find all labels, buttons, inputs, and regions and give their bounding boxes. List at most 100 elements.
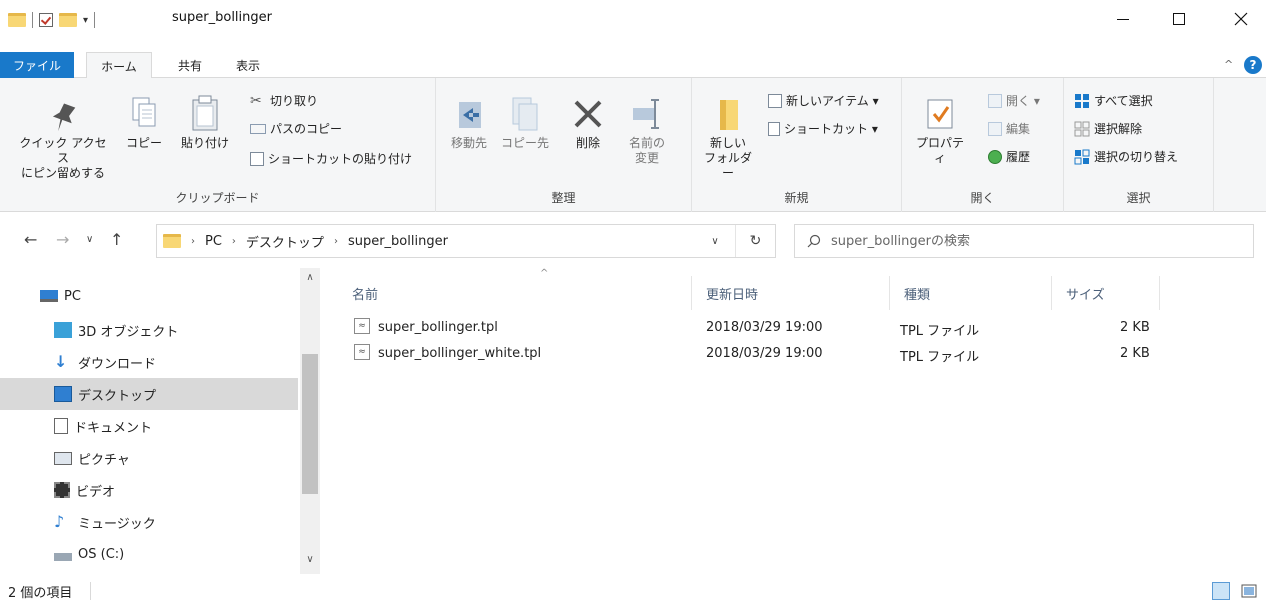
copy-button[interactable]: コピー — [122, 94, 166, 151]
edit-icon — [988, 121, 1002, 136]
invert-selection-button[interactable]: 選択の切り替え — [1074, 148, 1178, 165]
breadcrumb-folder[interactable]: super_bollinger — [348, 234, 448, 249]
file-name: super_bollinger.tpl — [378, 320, 498, 335]
copy-path-label: パスのコピー — [270, 122, 343, 136]
copy-path-button[interactable]: パスのコピー — [250, 120, 342, 137]
ribbon-collapse-icon[interactable]: ^ — [1224, 58, 1233, 71]
close-icon — [1234, 12, 1248, 26]
help-icon[interactable]: ? — [1244, 56, 1262, 74]
table-row[interactable]: ≈ super_bollinger_white.tpl 2018/03/29 1… — [340, 342, 1160, 366]
rename-icon — [633, 99, 659, 129]
address-dropdown-chevron-icon[interactable]: ∨ — [695, 236, 735, 247]
tab-file[interactable]: ファイル — [0, 52, 74, 78]
new-item-button[interactable]: 新しいアイテム ▾ — [768, 92, 879, 109]
file-type: TPL ファイル — [900, 324, 980, 339]
edit-label: 編集 — [1006, 122, 1031, 136]
chevron-right-icon[interactable]: › — [191, 236, 195, 247]
properties-check-icon[interactable] — [39, 13, 53, 27]
nav-item-label: PC — [64, 288, 81, 304]
open-button[interactable]: 開く ▾ — [988, 92, 1040, 109]
delete-label: 削除 — [575, 136, 600, 150]
new-folder-icon[interactable] — [59, 13, 77, 27]
recent-locations-chevron-icon[interactable]: ∨ — [86, 234, 93, 245]
file-modified: 2018/03/29 19:00 — [706, 320, 823, 335]
pin-quick-access-button[interactable]: クイック アクセス にピン留めする — [18, 100, 108, 181]
new-item-icon — [768, 93, 782, 108]
pin-icon — [52, 103, 76, 132]
minimize-icon — [1117, 18, 1129, 20]
file-type: TPL ファイル — [900, 350, 980, 365]
up-arrow-icon[interactable]: ↑ — [110, 230, 123, 249]
scroll-down-icon[interactable]: ∨ — [300, 554, 320, 572]
nav-item-pictures[interactable]: ピクチャ — [0, 442, 298, 474]
nav-scrollbar[interactable]: ∧ ∨ — [300, 268, 320, 574]
close-button[interactable] — [1218, 0, 1264, 38]
easy-access-button[interactable]: ショートカット ▾ — [768, 120, 878, 137]
breadcrumb-pc[interactable]: PC — [205, 234, 222, 249]
select-none-button[interactable]: 選択解除 — [1074, 120, 1142, 137]
tab-home[interactable]: ホーム — [86, 52, 152, 79]
nav-item-desktop[interactable]: デスクトップ — [0, 378, 298, 410]
column-header-modified[interactable]: 更新日時 — [694, 276, 890, 310]
copy-path-icon — [250, 123, 266, 134]
nav-item-videos[interactable]: ビデオ — [0, 474, 298, 506]
select-all-button[interactable]: すべて選択 — [1074, 92, 1153, 109]
open-label: 開く ▾ — [1006, 94, 1040, 108]
column-header-type[interactable]: 種類 — [892, 276, 1052, 310]
move-to-button[interactable]: 移動先 — [444, 94, 494, 151]
nav-item-os-drive[interactable]: OS (C:) — [0, 538, 298, 570]
breadcrumb-desktop[interactable]: デスクトップ — [246, 232, 324, 251]
back-arrow-icon[interactable]: ← — [24, 230, 37, 249]
invert-selection-icon — [1074, 149, 1090, 164]
scroll-up-icon[interactable]: ∧ — [300, 272, 320, 290]
open-group: プロパティ 開く ▾ 編集 履歴 開く — [902, 78, 1064, 212]
column-header-name[interactable]: 名前 — [340, 276, 692, 310]
tab-share[interactable]: 共有 — [170, 52, 210, 79]
edit-button[interactable]: 編集 — [988, 120, 1030, 137]
copy-icon — [132, 97, 156, 127]
details-view-icon[interactable] — [1212, 582, 1230, 600]
delete-button[interactable]: 削除 — [568, 94, 608, 151]
properties-button[interactable]: プロパティ — [912, 94, 968, 166]
paste-shortcut-icon — [250, 151, 264, 166]
copy-to-button[interactable]: コピー先 — [500, 94, 550, 151]
cut-button[interactable]: ✂ 切り取り — [250, 92, 318, 109]
chevron-right-icon[interactable]: › — [232, 236, 236, 247]
scroll-thumb[interactable] — [302, 354, 318, 494]
new-folder-button[interactable]: 新しい フォルダー — [700, 94, 756, 181]
nav-item-documents[interactable]: ドキュメント — [0, 410, 298, 442]
properties-label: プロパティ — [915, 136, 964, 165]
paste-button[interactable]: 貼り付け — [178, 94, 232, 151]
search-box[interactable] — [794, 224, 1254, 258]
tab-view[interactable]: 表示 — [228, 52, 268, 79]
chevron-right-icon[interactable]: › — [334, 236, 338, 247]
nav-item-pc[interactable]: PC — [0, 280, 298, 312]
copy-to-icon — [512, 97, 538, 131]
window-title: super_bollinger — [172, 10, 272, 25]
rename-button[interactable]: 名前の 変更 — [622, 94, 672, 166]
search-input[interactable] — [831, 233, 1211, 249]
minimize-button[interactable] — [1100, 0, 1146, 38]
nav-item-downloads[interactable]: ↓ ダウンロード — [0, 346, 298, 378]
paste-shortcut-button[interactable]: ショートカットの貼り付け — [250, 150, 412, 167]
customize-qat-dropdown[interactable]: ▾ — [83, 15, 88, 26]
organize-group-label: 整理 — [551, 191, 576, 205]
config-file-icon: ≈ — [354, 344, 370, 360]
select-all-label: すべて選択 — [1094, 94, 1153, 108]
nav-item-label: OS (C:) — [78, 546, 125, 562]
history-button[interactable]: 履歴 — [988, 148, 1030, 165]
clipboard-group-label: クリップボード — [175, 191, 260, 205]
history-icon — [988, 149, 1002, 164]
folder-icon — [163, 234, 181, 248]
new-folder-icon — [720, 100, 738, 130]
refresh-icon[interactable]: ↻ — [735, 225, 775, 257]
forward-arrow-icon[interactable]: → — [56, 230, 69, 249]
nav-item-3d-objects[interactable]: 3D オブジェクト — [0, 314, 298, 346]
nav-item-label: ドキュメント — [74, 420, 153, 436]
table-row[interactable]: ≈ super_bollinger.tpl 2018/03/29 19:00 T… — [340, 316, 1160, 340]
column-header-size[interactable]: サイズ — [1054, 276, 1160, 310]
maximize-button[interactable] — [1156, 0, 1202, 38]
large-icons-view-icon[interactable] — [1240, 582, 1258, 600]
address-bar[interactable]: › PC › デスクトップ › super_bollinger ∨ ↻ — [156, 224, 776, 258]
nav-item-music[interactable]: ♪ ミュージック — [0, 506, 298, 538]
